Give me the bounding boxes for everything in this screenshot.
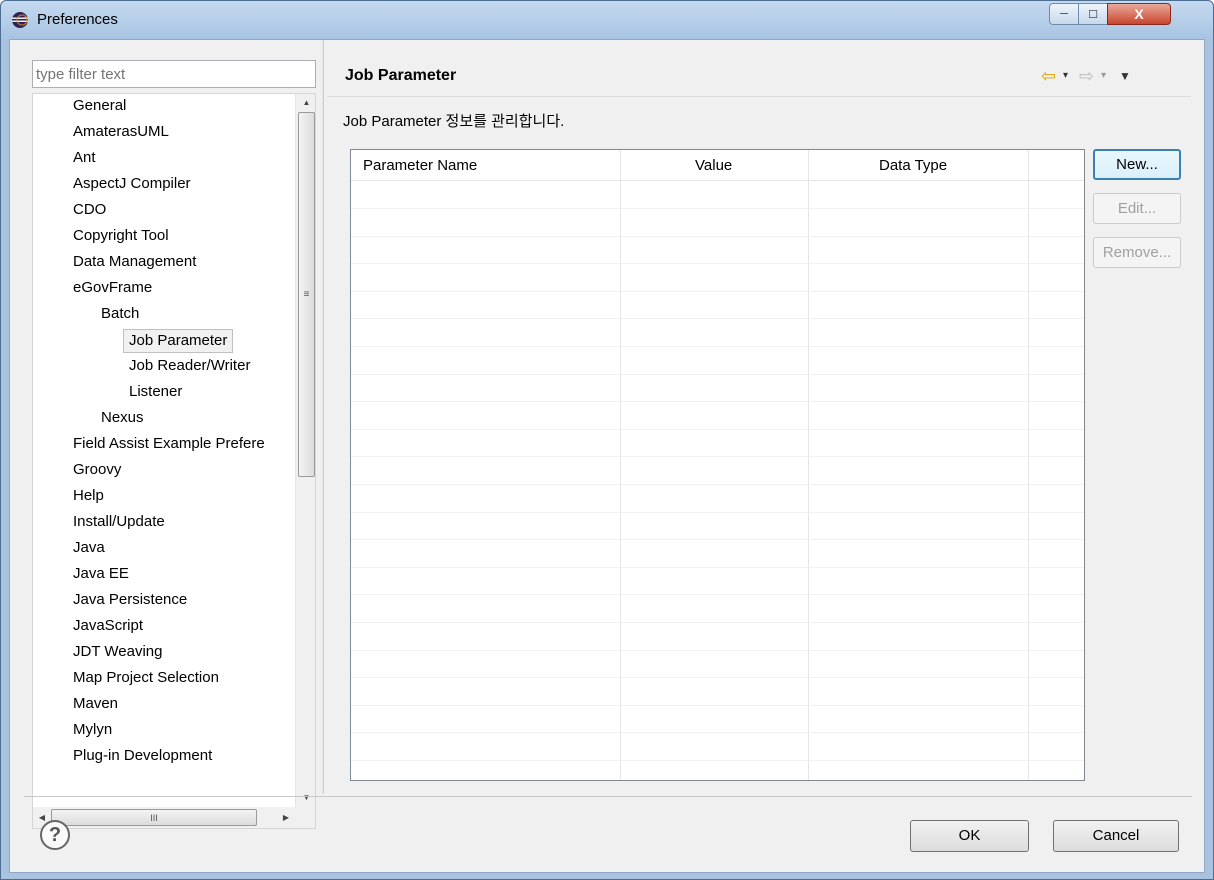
tree-item[interactable]: Help — [73, 484, 104, 508]
tree-item[interactable]: Plug-in Development — [73, 744, 212, 768]
row-divider — [351, 346, 1084, 347]
row-divider — [351, 677, 1084, 678]
page-description: Job Parameter 정보를 관리합니다. — [343, 113, 565, 130]
tree-item[interactable]: Ant — [73, 146, 96, 170]
row-divider — [351, 456, 1084, 457]
cancel-button[interactable]: Cancel — [1053, 820, 1179, 852]
close-button[interactable]: X — [1107, 3, 1171, 25]
parameter-table[interactable]: Parameter Name Value Data Type — [350, 149, 1085, 781]
scroll-up-arrow-icon[interactable]: ▲ — [296, 94, 315, 112]
tree-item[interactable]: Job Parameter — [123, 329, 234, 353]
row-divider — [351, 236, 1084, 237]
header-divider — [327, 96, 1191, 97]
splitter-sash[interactable] — [322, 40, 324, 794]
tree-item[interactable]: Mylyn — [73, 718, 112, 742]
tree-item[interactable]: Field Assist Example Prefere — [73, 432, 265, 456]
preference-tree: General AmaterasUML Ant AspectJ Compiler CDO… — [32, 93, 316, 829]
forward-dropdown-icon[interactable]: ▾ — [1101, 66, 1106, 86]
window-title: Preferences — [37, 11, 118, 28]
tree-item[interactable]: AspectJ Compiler — [73, 172, 191, 196]
tree-item[interactable]: Java EE — [73, 562, 129, 586]
row-divider — [351, 732, 1084, 733]
row-divider — [351, 622, 1084, 623]
horizontal-scroll-thumb[interactable]: III — [51, 809, 257, 826]
tree-item[interactable]: Map Project Selection — [73, 666, 219, 690]
tree-item[interactable]: General — [73, 94, 126, 118]
back-dropdown-icon[interactable]: ▾ — [1063, 66, 1068, 86]
button-bar-divider — [24, 796, 1192, 797]
page-header: Job Parameter ⇦ ▾ ⇨ ▾ ▼ — [327, 58, 1191, 94]
tree-item[interactable]: Listener — [129, 380, 182, 404]
help-icon[interactable]: ? — [40, 820, 70, 850]
tree-item[interactable]: JavaScript — [73, 614, 143, 638]
row-divider — [351, 650, 1084, 651]
scroll-grip-icon: ≡ — [303, 289, 310, 300]
column-header-parameter-name[interactable]: Parameter Name — [363, 150, 477, 181]
row-divider — [351, 512, 1084, 513]
filter-input[interactable] — [32, 60, 316, 88]
row-divider — [351, 539, 1084, 540]
remove-button[interactable]: Remove... — [1093, 237, 1181, 268]
row-divider — [351, 401, 1084, 402]
ok-button[interactable]: OK — [910, 820, 1029, 852]
tree-item[interactable]: Java Persistence — [73, 588, 187, 612]
row-divider — [351, 291, 1084, 292]
tree-item[interactable]: Maven — [73, 692, 118, 716]
table-header: Parameter Name Value Data Type — [351, 150, 1084, 181]
row-divider — [351, 263, 1084, 264]
tree-item[interactable]: AmaterasUML — [73, 120, 169, 144]
tree-item[interactable]: Java — [73, 536, 105, 560]
row-divider — [351, 760, 1084, 761]
row-divider — [351, 594, 1084, 595]
page-title: Job Parameter — [345, 67, 457, 84]
tree-item[interactable]: Nexus — [101, 406, 144, 430]
minimize-button[interactable]: ─ — [1049, 3, 1079, 25]
dialog-client-area: GeneralAmaterasUMLAntAspectJ CompilerCDO… — [9, 39, 1205, 873]
forward-arrow-icon[interactable]: ⇨ — [1079, 66, 1094, 86]
row-divider — [351, 429, 1084, 430]
tree-item[interactable]: JDT Weaving — [73, 640, 162, 664]
tree-item[interactable]: Install/Update — [73, 510, 165, 534]
column-divider — [808, 150, 809, 780]
tree-item[interactable]: Copyright Tool — [73, 224, 169, 248]
tree-item[interactable]: Batch — [101, 302, 139, 326]
title-bar: Preferences ─ ☐ X — [1, 1, 1213, 39]
row-divider — [351, 208, 1084, 209]
tree-item[interactable]: eGovFrame — [73, 276, 152, 300]
row-divider — [351, 374, 1084, 375]
tree-item[interactable]: CDO — [73, 198, 106, 222]
preferences-window: Preferences ─ ☐ X GeneralAmaterasUMLAntA… — [0, 0, 1214, 880]
vertical-scroll-thumb[interactable]: ≡ — [298, 112, 315, 477]
tree-item[interactable]: Job Reader/Writer — [129, 354, 250, 378]
edit-button[interactable]: Edit... — [1093, 193, 1181, 224]
scroll-down-arrow-icon[interactable]: ▼ — [296, 789, 315, 807]
tree-item[interactable]: Data Management — [73, 250, 196, 274]
column-divider — [1028, 150, 1029, 780]
new-button[interactable]: New... — [1093, 149, 1181, 180]
row-divider — [351, 484, 1084, 485]
maximize-button[interactable]: ☐ — [1078, 3, 1108, 25]
scroll-corner — [295, 807, 315, 828]
row-divider — [351, 318, 1084, 319]
back-arrow-icon[interactable]: ⇦ — [1041, 66, 1056, 86]
column-header-data-type[interactable]: Data Type — [879, 150, 947, 181]
scroll-right-arrow-icon[interactable]: ▶ — [277, 807, 295, 828]
tree-item[interactable]: Groovy — [73, 458, 121, 482]
column-divider — [620, 150, 621, 780]
row-divider — [351, 705, 1084, 706]
scroll-grip-icon: III — [150, 812, 158, 823]
tree-horizontal-scrollbar[interactable]: ◀ III ▶ — [33, 807, 295, 828]
view-menu-icon[interactable]: ▼ — [1119, 66, 1131, 86]
eclipse-icon — [12, 12, 28, 28]
tree-vertical-scrollbar[interactable]: ▲ ≡ ▼ — [295, 94, 315, 807]
column-header-value[interactable]: Value — [695, 150, 732, 181]
row-divider — [351, 567, 1084, 568]
